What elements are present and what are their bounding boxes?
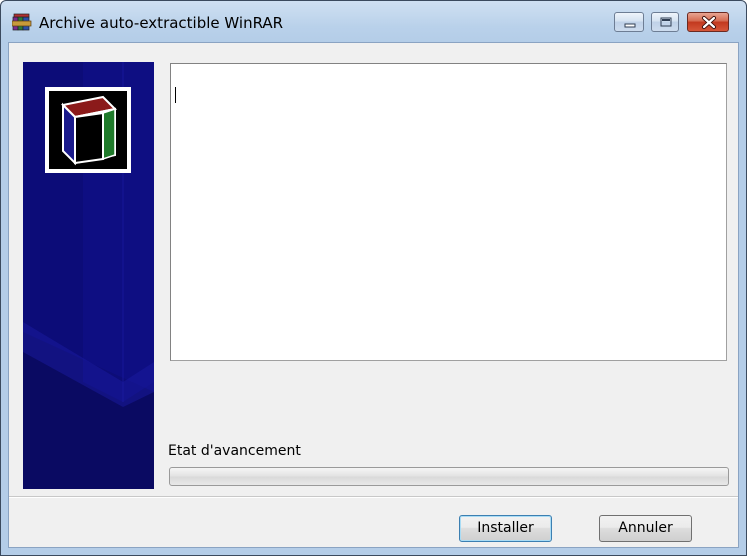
cancel-button[interactable]: Annuler [599, 515, 692, 542]
minimize-icon [624, 23, 636, 28]
minimize-button[interactable] [614, 12, 644, 32]
info-textarea[interactable] [170, 63, 727, 361]
dialog-client-area: Etat d'avancement Installer Annuler [8, 42, 739, 548]
winrar-books-icon [11, 13, 32, 33]
progress-bar [169, 467, 729, 486]
maximize-icon [660, 17, 672, 27]
side-banner [23, 62, 154, 489]
window-title: Archive auto-extractible WinRAR [39, 14, 284, 32]
winrar-logo [45, 87, 131, 173]
separator [9, 496, 738, 498]
maximize-button[interactable] [651, 12, 679, 32]
close-button[interactable] [687, 12, 729, 32]
install-button[interactable]: Installer [459, 515, 552, 542]
close-icon [702, 16, 716, 29]
title-bar[interactable]: Archive auto-extractible WinRAR [1, 1, 746, 43]
winrar-logo-icon [60, 95, 118, 166]
progress-label: Etat d'avancement [168, 443, 301, 459]
text-caret [175, 87, 176, 103]
sfx-window: Archive auto-extractible WinRAR Etat d'a… [0, 0, 747, 556]
